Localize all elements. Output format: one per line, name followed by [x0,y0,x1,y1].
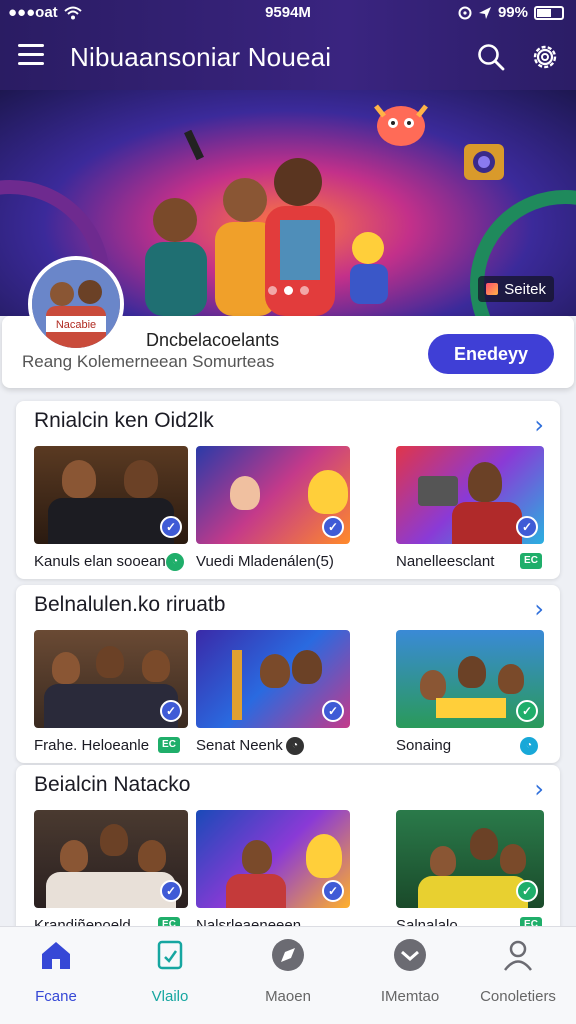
video-icon [157,940,183,970]
profile-subtitle: Reang Kolemerneean Somurteas [22,352,275,371]
follow-button[interactable]: Enedeyy [428,334,554,374]
nav-profile[interactable]: Conoletiers [468,937,568,1005]
inbox-icon [394,939,426,971]
home-icon [42,942,70,969]
hero-pagination[interactable] [268,286,309,295]
thumbnail-caption: Sonaing [396,737,452,754]
status-badge: EC [520,553,542,569]
compass-icon [272,939,304,971]
chevron-right-icon[interactable]: › [534,411,544,439]
section-title: Beialcin Natacko [34,773,191,796]
status-badge: ◔ [166,553,184,571]
check-icon: ✓ [322,880,344,902]
hero-badge-label: Seitek [504,280,546,298]
status-right: 99% [458,4,564,21]
nav-label: Conoletiers [480,988,556,1005]
top-bar: ●●●oat 9594M 99% Nibuaansoniar Noueai [0,0,576,90]
menu-icon[interactable] [18,44,44,66]
check-icon: ✓ [160,880,182,902]
video-thumbnail[interactable]: ✓ [34,446,188,544]
camera-prop-icon [464,144,504,180]
hero-badge[interactable]: Seitek [478,276,554,302]
check-icon: ✓ [516,516,538,538]
app-header: Nibuaansoniar Noueai [0,30,576,86]
thumbnail-caption: Senat Neenk [196,737,283,754]
check-icon: ✓ [516,700,538,722]
check-icon: ✓ [516,880,538,902]
nav-label: Fcane [35,988,77,1005]
hero-dot[interactable] [300,286,309,295]
video-thumbnail[interactable]: ✓ [396,810,544,908]
hero-dot[interactable] [268,286,277,295]
video-thumbnail[interactable]: ✓ [196,446,350,544]
video-thumbnail[interactable]: ✓ [34,810,188,908]
chevron-right-icon[interactable]: › [534,595,544,623]
video-thumbnail[interactable]: ✓ [396,446,544,544]
status-badge: ◔ [520,737,538,755]
avatar-logo-text: Nacabie [56,319,96,331]
chevron-right-icon[interactable]: › [534,775,544,803]
thumbnail-caption: Kanuls elan sooean [34,553,166,570]
nav-explore[interactable]: Maoen [238,937,338,1005]
nav-label: Vlailo [151,988,189,1005]
nav-video[interactable]: Vlailo [120,937,220,1005]
thumbnail-caption: Nanelleesclant [396,553,495,570]
app-title: Nibuaansoniar Noueai [70,42,332,72]
nav-messages[interactable]: IMemtao [360,937,460,1005]
section-title: Rnialcin ken Oid2lk [34,409,214,432]
video-thumbnail[interactable]: ✓ [396,630,544,728]
check-icon: ✓ [160,516,182,538]
user-icon [504,940,532,971]
check-icon: ✓ [322,700,344,722]
status-badge: EC [158,737,180,753]
video-thumbnail[interactable]: ✓ [196,810,350,908]
section-title: Belnalulen.ko riruatb [34,593,226,616]
content-section: Rnialcin ken Oid2lk › ✓ ✓ ✓ Kanuls elan … [16,401,560,579]
avatar-image: Nacabie [32,260,120,348]
badge-logo-icon [486,283,499,295]
profile-name: Dncbelacoelants [146,330,280,350]
check-icon: ✓ [322,516,344,538]
hero-dot-active[interactable] [284,286,293,295]
bottom-navigation: Fcane Vlailo Maoen IMemtao Conoletiers [0,926,576,1024]
search-icon[interactable] [476,42,506,72]
profile-avatar[interactable]: Nacabie [28,256,124,352]
nav-label: IMemtao [380,988,440,1005]
alarm-icon [458,6,472,19]
nav-label: Maoen [265,988,311,1005]
video-thumbnail[interactable]: ✓ [34,630,188,728]
mascot-icon [374,104,428,146]
location-icon [478,6,491,19]
thumbnail-caption: Vuedi Mladenálen(5) [196,553,334,570]
content-section: Beialcin Natacko › ✓ ✓ ✓ Krandiñepoeld E… [16,765,560,943]
check-icon: ✓ [160,700,182,722]
content-section: Belnalulen.ko riruatb › ✓ ✓ ✓ Frahe. Hel… [16,585,560,763]
status-badge: ◔ [286,737,304,755]
nav-home[interactable]: Fcane [6,937,106,1005]
gear-icon[interactable] [530,42,560,72]
thumbnail-caption: Frahe. Heloeanle [34,737,150,754]
status-bar: ●●●oat 9594M 99% [0,0,576,26]
battery-percent: 99% [497,4,528,21]
video-thumbnail[interactable]: ✓ [196,630,350,728]
battery-icon [534,5,564,20]
